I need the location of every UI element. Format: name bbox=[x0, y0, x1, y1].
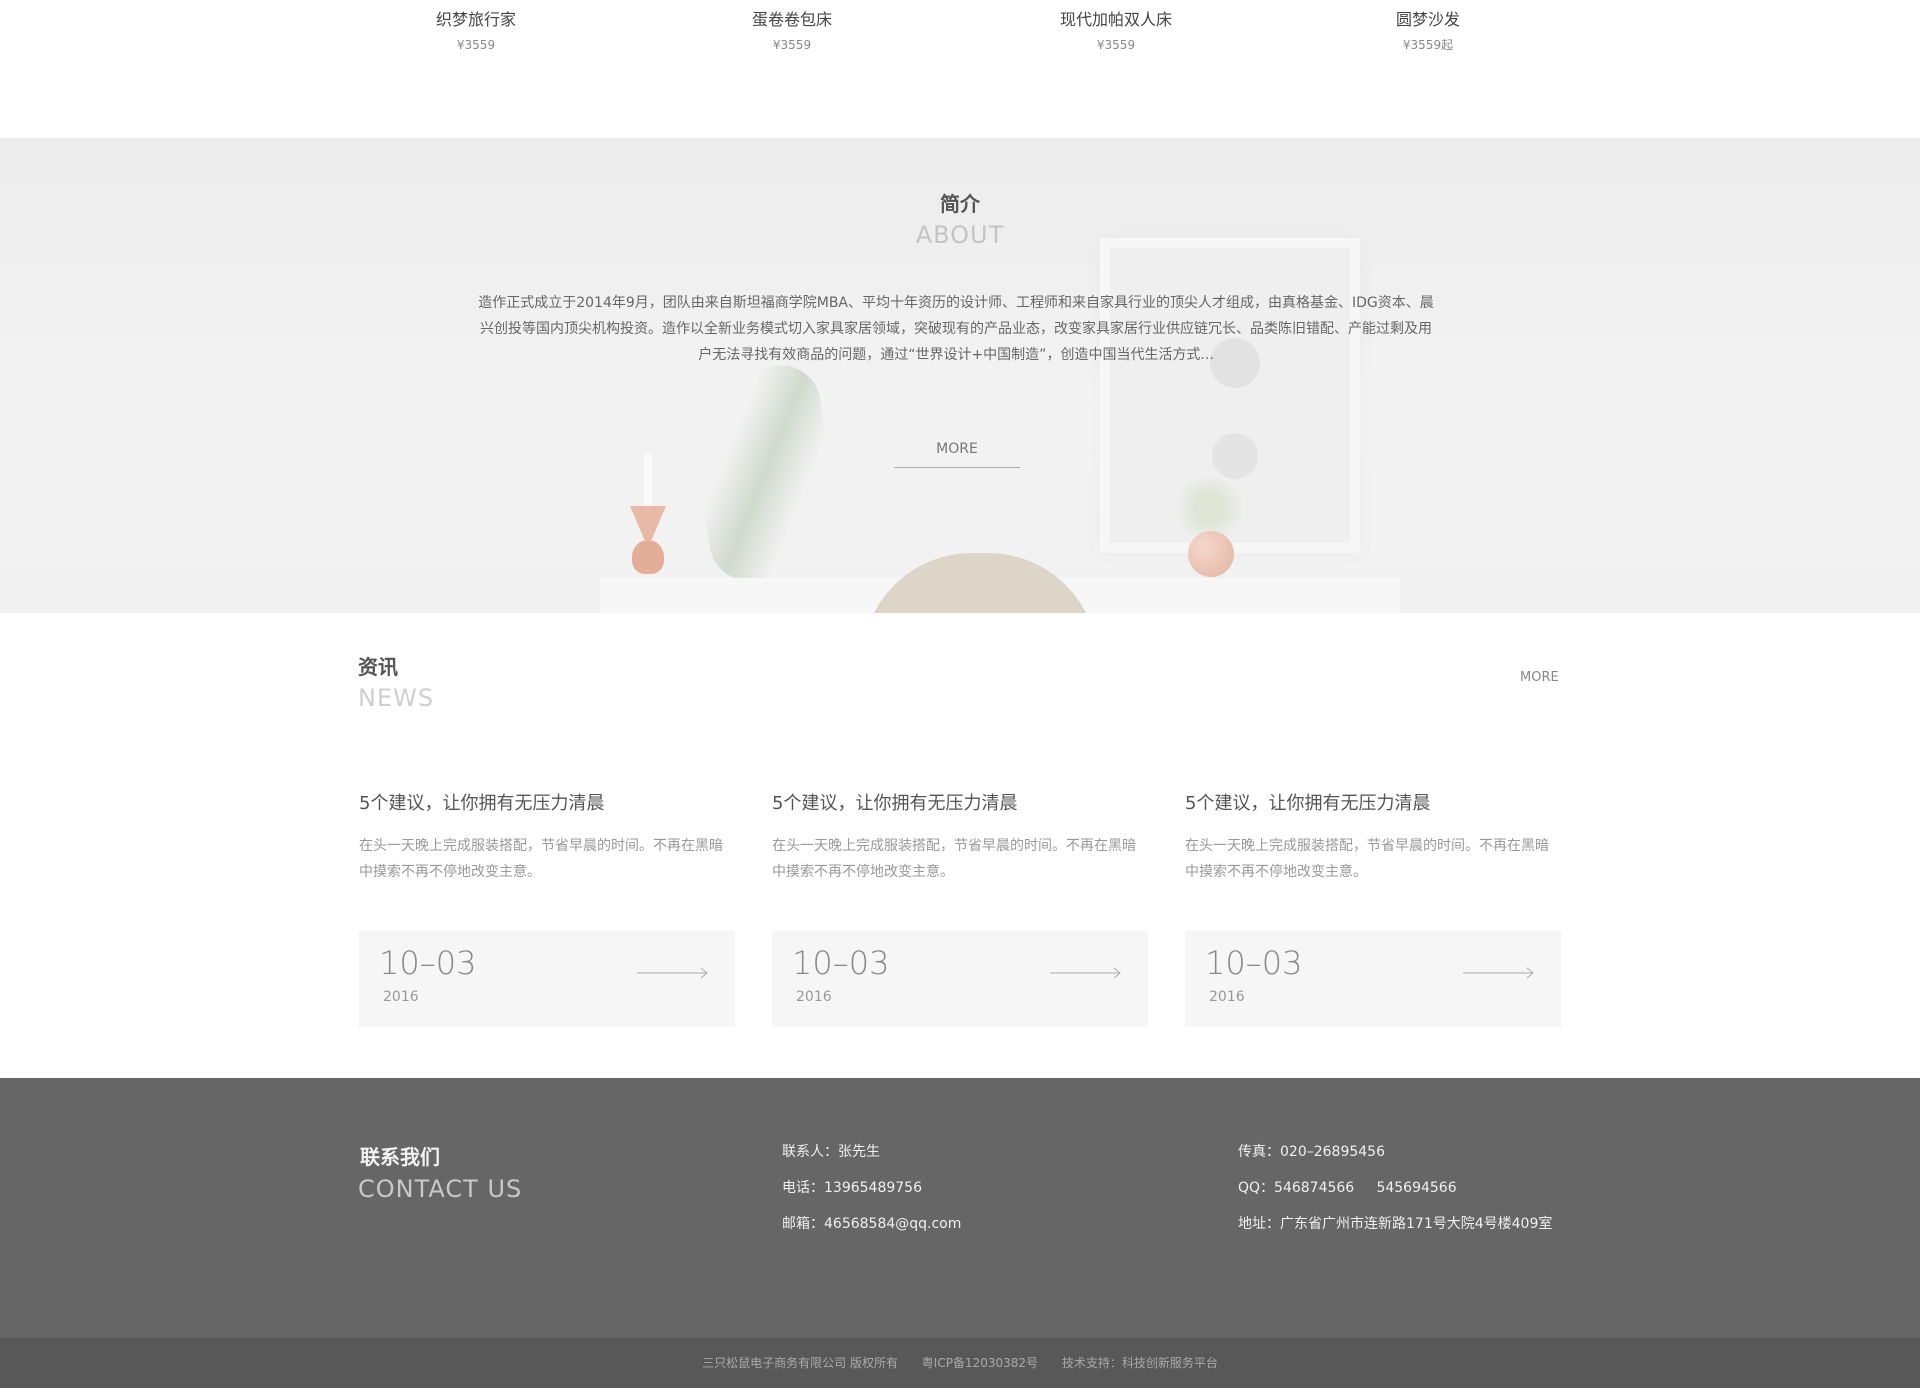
news-section: 资讯 NEWS MORE 5个建议，让你拥有无压力清晨 在头一天晚上完成服装搭配… bbox=[0, 613, 1920, 1078]
product-price: ¥3559 bbox=[456, 38, 496, 52]
product-item[interactable]: 现代加帕双人床 ¥3559 bbox=[996, 8, 1236, 54]
news-card-day: 10–03 bbox=[1205, 944, 1303, 982]
contact-fax: 传真：020–26895456 bbox=[1238, 1144, 1385, 1160]
background-table bbox=[600, 578, 1400, 613]
contact-email: 邮箱：46568584@qq.com bbox=[782, 1216, 962, 1232]
footer-title: 联系我们 bbox=[360, 1145, 440, 1169]
arrow-right-icon bbox=[637, 967, 708, 979]
copyright-text: 三只松鼠电子商务有限公司 版权所有 bbox=[702, 1356, 898, 1370]
news-card: 5个建议，让你拥有无压力清晨 在头一天晚上完成服装搭配，节省早晨的时间。不再在黑… bbox=[772, 791, 1148, 1027]
news-card-title[interactable]: 5个建议，让你拥有无压力清晨 bbox=[359, 791, 735, 817]
contact-qq: QQ：546874566 545694566 bbox=[1238, 1180, 1457, 1196]
product-name: 现代加帕双人床 bbox=[1059, 10, 1172, 29]
news-card-description: 在头一天晚上完成服装搭配，节省早晨的时间。不再在黑暗中摸索不再不停地改变主意。 bbox=[1185, 838, 1549, 880]
news-card-year: 2016 bbox=[383, 989, 419, 1005]
about-section: 简介 ABOUT 造作正式成立于2014年9月，团队由来自斯坦福商学院MBA、平… bbox=[0, 138, 1920, 613]
tech-support-text: 技术支持：科技创新服务平台 bbox=[1061, 1356, 1218, 1370]
background-frame-art bbox=[1212, 433, 1258, 479]
background-picture-frame bbox=[1100, 238, 1360, 553]
product-list: 织梦旅行家 ¥3559 蛋卷卷包床 ¥3559 现代加帕双人床 ¥3559 圆梦… bbox=[0, 0, 1920, 138]
about-title: 简介 bbox=[940, 192, 980, 216]
news-card-date-box[interactable]: 10–03 2016 bbox=[772, 931, 1148, 1027]
copyright-bar: 三只松鼠电子商务有限公司 版权所有 粤ICP备12030382号 技术支持：科技… bbox=[0, 1338, 1920, 1388]
footer-subtitle: CONTACT US bbox=[358, 1175, 523, 1203]
news-title: 资讯 bbox=[358, 655, 398, 679]
background-chair bbox=[862, 553, 1098, 613]
arrow-right-icon bbox=[1463, 967, 1534, 979]
about-subtitle: ABOUT bbox=[915, 221, 1005, 249]
background-vase bbox=[630, 506, 666, 540]
background-vase bbox=[632, 540, 664, 574]
product-name: 蛋卷卷包床 bbox=[751, 10, 832, 29]
icp-text: 粤ICP备12030382号 bbox=[921, 1356, 1039, 1370]
news-card-title[interactable]: 5个建议，让你拥有无压力清晨 bbox=[772, 791, 1148, 817]
about-more-link[interactable]: MORE bbox=[894, 436, 1020, 468]
background-plant-branch bbox=[686, 359, 844, 587]
product-name: 织梦旅行家 bbox=[435, 10, 516, 29]
news-card-day: 10–03 bbox=[792, 944, 890, 982]
news-card-year: 2016 bbox=[796, 989, 832, 1005]
background-candle bbox=[644, 454, 652, 506]
news-card-date-box[interactable]: 10–03 2016 bbox=[1185, 931, 1561, 1027]
contact-phone: 电话：13965489756 bbox=[782, 1180, 922, 1196]
news-subtitle: NEWS bbox=[358, 684, 435, 712]
news-card-day: 10–03 bbox=[379, 944, 477, 982]
news-card: 5个建议，让你拥有无压力清晨 在头一天晚上完成服装搭配，节省早晨的时间。不再在黑… bbox=[359, 791, 735, 1027]
news-card-title[interactable]: 5个建议，让你拥有无压力清晨 bbox=[1185, 791, 1561, 817]
background-flower-pot bbox=[1188, 531, 1234, 577]
arrow-right-icon bbox=[1050, 967, 1121, 979]
news-more-link[interactable]: MORE bbox=[1520, 670, 1559, 685]
product-item[interactable]: 圆梦沙发 ¥3559起 bbox=[1308, 8, 1548, 54]
news-card-date-box[interactable]: 10–03 2016 bbox=[359, 931, 735, 1027]
about-description: 造作正式成立于2014年9月，团队由来自斯坦福商学院MBA、平均十年资历的设计师… bbox=[478, 295, 1434, 363]
product-price: ¥3559 bbox=[1096, 38, 1136, 52]
contact-person: 联系人：张先生 bbox=[782, 1144, 880, 1160]
news-card-description: 在头一天晚上完成服装搭配，节省早晨的时间。不再在黑暗中摸索不再不停地改变主意。 bbox=[772, 838, 1136, 880]
news-card-description: 在头一天晚上完成服装搭配，节省早晨的时间。不再在黑暗中摸索不再不停地改变主意。 bbox=[359, 838, 723, 880]
footer: 联系我们 CONTACT US 联系人：张先生 电话：13965489756 邮… bbox=[0, 1078, 1920, 1338]
product-price: ¥3559起 bbox=[1402, 38, 1454, 52]
product-item[interactable]: 蛋卷卷包床 ¥3559 bbox=[672, 8, 912, 54]
background-flowers bbox=[1170, 478, 1250, 538]
contact-address: 地址：广东省广州市连新路171号大院4号楼409室 bbox=[1238, 1216, 1553, 1232]
product-price: ¥3559 bbox=[772, 38, 812, 52]
product-item[interactable]: 织梦旅行家 ¥3559 bbox=[356, 8, 596, 54]
news-card-year: 2016 bbox=[1209, 989, 1245, 1005]
news-card: 5个建议，让你拥有无压力清晨 在头一天晚上完成服装搭配，节省早晨的时间。不再在黑… bbox=[1185, 791, 1561, 1027]
product-name: 圆梦沙发 bbox=[1395, 10, 1460, 29]
